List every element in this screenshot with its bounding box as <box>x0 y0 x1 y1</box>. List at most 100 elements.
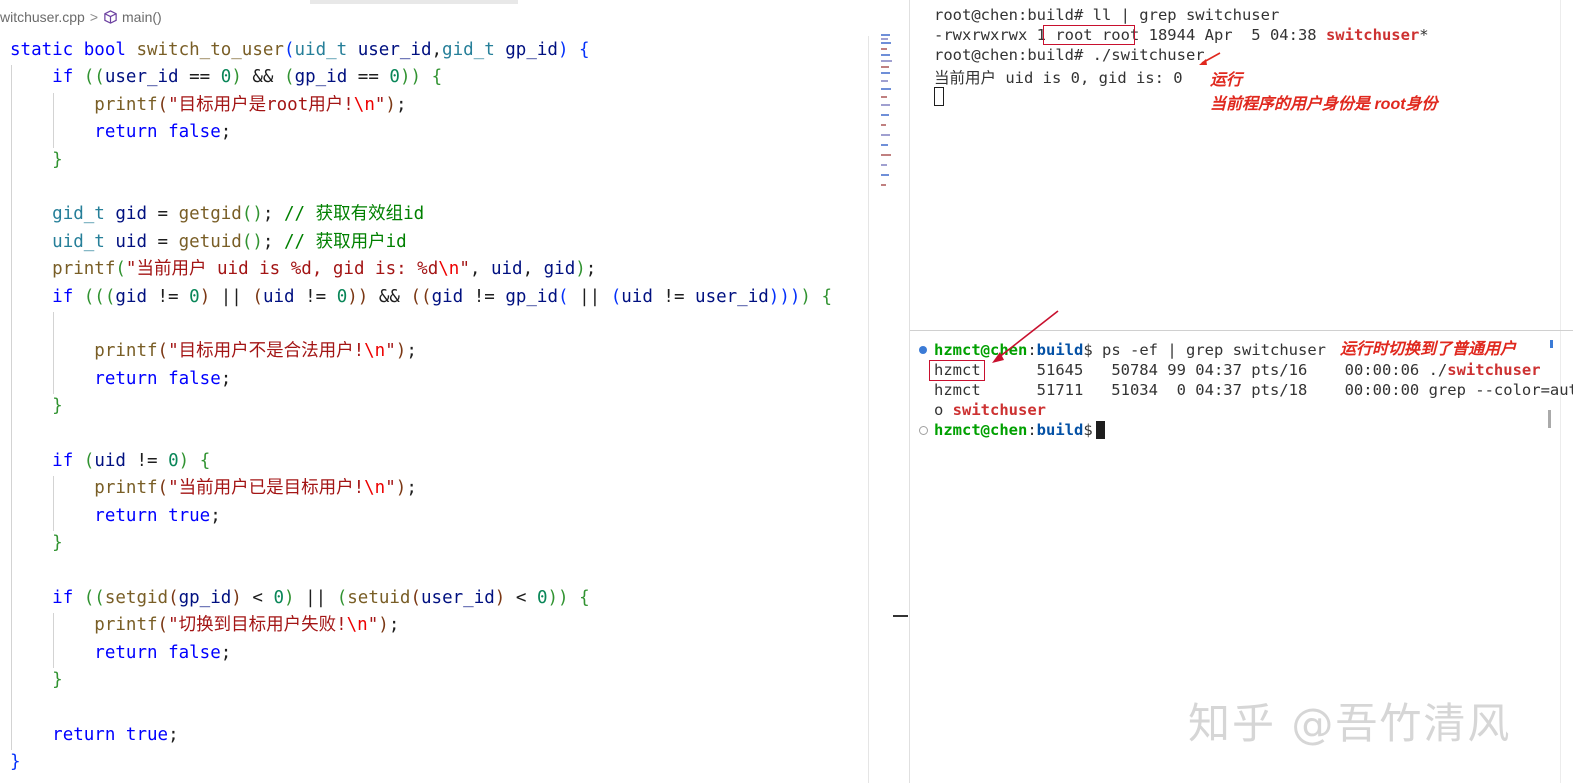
code-line[interactable]: if (uid != 0) { <box>10 448 832 475</box>
terminal-cursor <box>934 87 944 106</box>
code-line[interactable]: uid_t uid = getuid(); // 获取用户id <box>10 229 832 256</box>
code-token: gp_id <box>294 67 348 88</box>
command-pending-dot-icon[interactable] <box>919 426 928 435</box>
code-token: uid <box>490 259 523 280</box>
code-line[interactable]: return false; <box>10 640 832 667</box>
code-token: // 获取用户id <box>283 231 407 252</box>
code-line[interactable]: printf("目标用户不是合法用户!\n"); <box>10 338 832 365</box>
ps-match: switchuser <box>1447 361 1541 379</box>
code-token: ) <box>231 67 242 88</box>
code-token: true <box>168 505 211 526</box>
code-line[interactable]: return true; <box>10 722 832 749</box>
code-token: && <box>368 286 411 307</box>
code-line[interactable]: } <box>10 667 832 694</box>
code-token: ( <box>157 94 169 115</box>
code-token: } <box>52 396 63 417</box>
code-token: (( <box>83 67 105 88</box>
code-token: (( <box>83 587 105 608</box>
code-token: < <box>241 587 274 608</box>
command-success-dot-icon[interactable] <box>919 346 927 354</box>
code-line[interactable]: static bool switch_to_user(uid_t user_id… <box>10 37 832 64</box>
code-line[interactable]: return false; <box>10 119 832 146</box>
code-token: getuid <box>178 231 242 252</box>
code-token: , <box>522 259 544 280</box>
code-token: ) <box>378 615 389 636</box>
code-token: (( <box>410 286 432 307</box>
code-token: gp_id <box>505 286 559 307</box>
code-line[interactable]: printf("当前用户 uid is %d, gid is: %d\n", u… <box>10 256 832 283</box>
code-token: if <box>52 450 84 471</box>
terminal-command-line: root@chen:build# ./switchuser <box>934 46 1205 64</box>
breadcrumb-file[interactable]: witchuser.cpp <box>0 9 85 25</box>
breadcrumb-symbol[interactable]: main() <box>122 9 162 25</box>
code-line[interactable]: printf("切换到目标用户失败!\n"); <box>10 612 832 639</box>
code-token: = <box>146 204 179 225</box>
code-line[interactable]: } <box>10 393 832 420</box>
code-token: if <box>52 286 84 307</box>
code-line[interactable]: return false; <box>10 366 832 393</box>
terminal-command-line: root@chen:build# ll | grep switchuser <box>934 6 1280 24</box>
code-line[interactable]: } <box>10 749 832 776</box>
code-token: \n <box>353 94 375 115</box>
terminal-cursor[interactable] <box>1096 421 1105 439</box>
code-token: ; <box>220 642 232 663</box>
code-line[interactable]: if (((gid != 0) || (uid != 0)) && ((gid … <box>10 284 832 311</box>
code-line[interactable] <box>10 420 832 447</box>
code-line[interactable]: } <box>10 530 832 557</box>
code-token: ( <box>83 450 95 471</box>
ps-wrap-prefix: o <box>934 401 953 419</box>
code-token: ) <box>199 286 211 307</box>
code-token: return <box>94 368 169 389</box>
code-text[interactable]: static bool switch_to_user(uid_t user_id… <box>10 37 832 777</box>
tab-bar-strip <box>310 0 518 4</box>
code-token: user_id <box>104 67 179 88</box>
code-token: \n <box>364 478 386 499</box>
code-token: false <box>168 642 221 663</box>
breadcrumb-separator: > <box>89 9 99 25</box>
code-token: ( <box>410 587 422 608</box>
code-token: " <box>367 615 379 636</box>
code-token: )) <box>547 587 569 608</box>
minimap[interactable] <box>879 32 892 192</box>
terminal-scroll-thumb[interactable] <box>1548 410 1551 428</box>
terminal-ls-output: -rwxrwxrwx 1 root root 18944 Apr 5 04:38… <box>934 26 1429 44</box>
code-token: != <box>125 450 169 471</box>
code-token: } <box>52 533 63 554</box>
code-line[interactable] <box>10 557 832 584</box>
code-editor-pane[interactable]: witchuser.cpp > main() static bool switc… <box>0 0 908 783</box>
code-line[interactable]: gid_t gid = getgid(); // 获取有效组id <box>10 201 832 228</box>
code-line[interactable]: return true; <box>10 503 832 530</box>
code-token: == <box>178 67 221 88</box>
code-token: 0 <box>336 286 348 307</box>
code-line[interactable]: } <box>10 147 832 174</box>
code-token: ) <box>385 94 396 115</box>
code-token: != <box>146 286 190 307</box>
code-token: ( <box>115 259 126 280</box>
code-token: gid <box>115 286 147 307</box>
code-token: ; <box>406 478 417 499</box>
code-line[interactable] <box>10 694 832 721</box>
code-token: return <box>94 505 169 526</box>
ls-permissions: -rwxrwxrwx 1 <box>934 26 1046 44</box>
code-line[interactable]: printf("目标用户是root用户!\n"); <box>10 92 832 119</box>
code-token: { <box>579 40 590 60</box>
code-token: ; <box>220 122 232 143</box>
code-token: " <box>374 94 386 115</box>
code-line[interactable]: if ((user_id == 0) && (gp_id == 0)) { <box>10 64 832 91</box>
code-token: return <box>52 724 126 745</box>
code-line[interactable] <box>10 311 832 338</box>
code-line[interactable] <box>10 174 832 201</box>
user-highlight-box <box>929 360 985 381</box>
code-line[interactable]: printf("当前用户已是目标用户!\n"); <box>10 475 832 502</box>
code-line[interactable]: if ((setgid(gp_id) < 0) || (setuid(user_… <box>10 585 832 612</box>
code-token: user_id <box>695 286 769 307</box>
code-token: ; <box>210 505 221 526</box>
annotation-switched-user: 运行时切换到了普通用户 <box>1340 341 1517 358</box>
code-token: ) <box>494 587 506 608</box>
editor-scrollbar-track[interactable] <box>868 36 869 783</box>
code-token: ) <box>575 259 586 280</box>
